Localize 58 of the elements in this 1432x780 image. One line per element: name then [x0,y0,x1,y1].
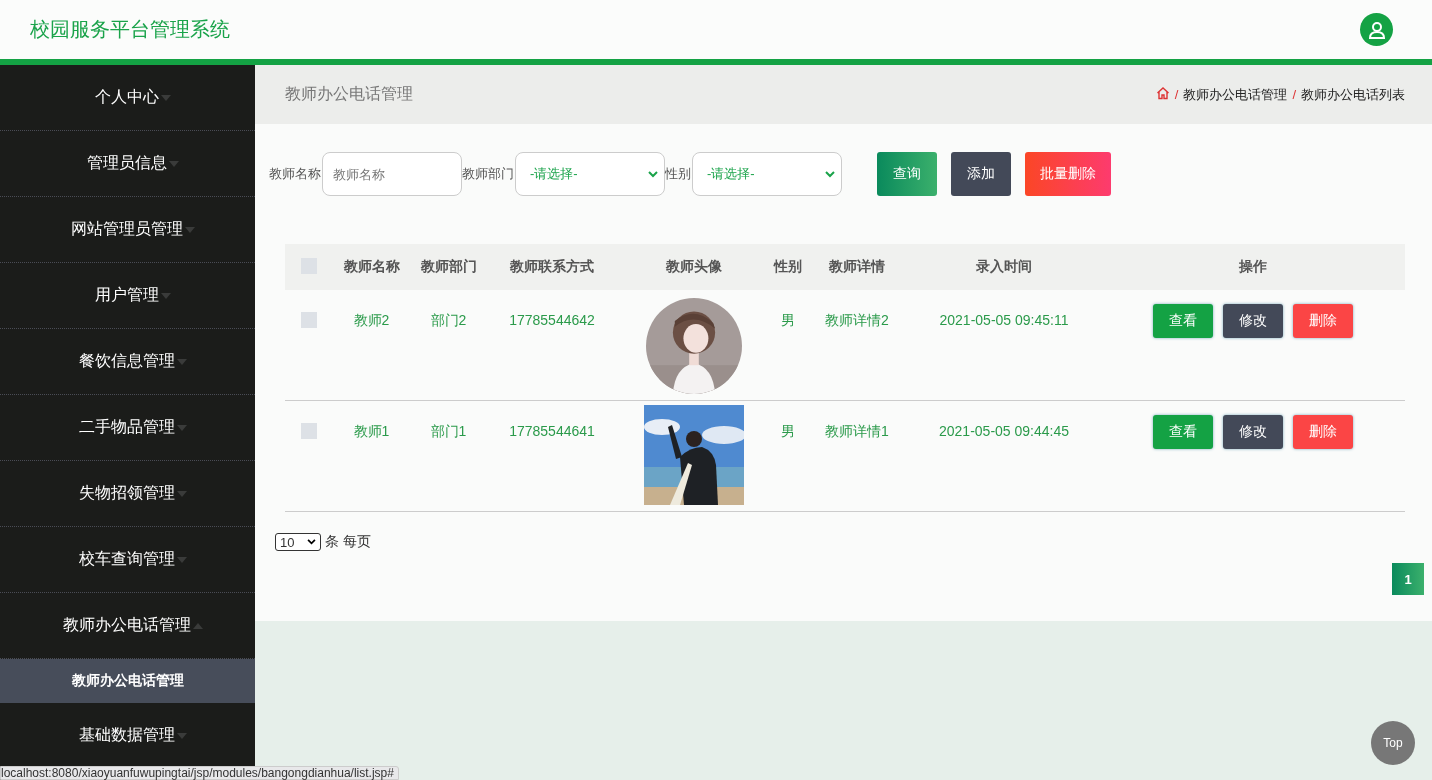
table-cell: 男 [781,312,795,330]
table-cell: 教师详情1 [825,423,889,441]
app-title: 校园服务平台管理系统 [30,17,230,42]
caret-icon [192,622,203,629]
caret-icon [184,226,195,233]
caret-icon [176,556,187,563]
page-title: 教师办公电话管理 [285,84,413,104]
column-header: 教师头像 [665,258,722,274]
table-cell: 17785544641 [509,423,595,439]
chevron-icon [648,170,658,178]
search-button[interactable]: 查询 [877,152,937,196]
caret-icon [176,424,187,431]
chevron-icon [825,170,835,178]
caret-icon [160,292,171,299]
checkbox[interactable] [301,423,317,439]
column-header: 录入时间 [976,258,1032,274]
table-cell: 部门2 [430,312,467,330]
caret-icon [176,732,187,739]
page-size-label: 条 每页 [325,533,371,551]
breadcrumb-link[interactable]: 教师办公电话列表 [1301,85,1405,104]
caret-icon [160,94,171,101]
table-cell: 教师1 [353,423,390,441]
column-header: 教师名称 [343,258,400,274]
status-bar-url: localhost:8080/xiaoyuanfuwupingtai/jsp/modules/bangongdianhua/list.jsp# [0,766,399,780]
checkbox[interactable] [301,312,317,328]
column-header: 教师详情 [829,258,885,274]
edit-button[interactable]: 修改 [1222,415,1283,449]
caret-icon [176,358,187,365]
home-icon [1155,86,1170,100]
add-button[interactable]: 添加 [951,152,1011,196]
batch-delete-button[interactable]: 批量删除 [1025,152,1111,196]
caret-icon [168,160,179,167]
sidebar-submenu-item[interactable]: 教师办公电话管理 [0,659,255,703]
breadcrumb-separator: / [1174,87,1179,102]
table-cell: 2021-05-05 09:44:45 [939,423,1069,439]
table-cell: 男 [781,423,795,441]
user-avatar-button[interactable] [1360,13,1393,46]
edit-button[interactable]: 修改 [1222,304,1283,338]
caret-icon [176,490,187,497]
field-label: 教师名称 [269,165,321,183]
column-header: 教师联系方式 [510,258,594,274]
column-header: 性别 [774,258,802,274]
table-cell: 教师详情2 [825,312,889,330]
field-label: 教师部门 [462,165,514,183]
back-to-top-button[interactable]: Top [1371,721,1415,765]
table-cell: 教师2 [353,312,390,330]
field-label: 性别 [665,165,691,183]
column-header: 操作 [1238,258,1267,274]
chevron-icon [307,539,316,545]
table-cell: 部门1 [430,423,467,441]
breadcrumb-link[interactable]: 教师办公电话管理 [1183,85,1288,104]
column-header: 教师部门 [420,258,477,274]
search-field[interactable]: 教师名称 [322,152,462,196]
user-icon [1367,20,1386,39]
table-cell: 2021-05-05 09:45:11 [939,312,1069,328]
table-cell: 17785544642 [509,312,595,328]
page-size-select[interactable]: 10 [275,533,321,551]
breadcrumb-separator: / [1292,87,1296,102]
